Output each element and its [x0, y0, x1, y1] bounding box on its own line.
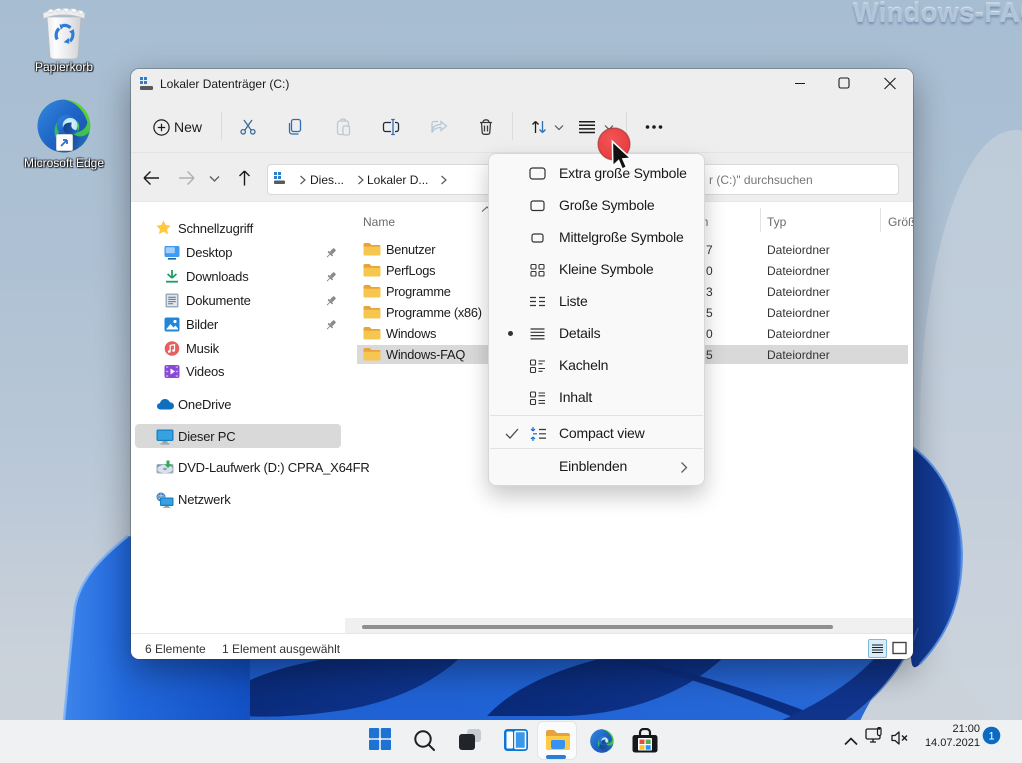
svg-text:1: 1	[988, 731, 994, 743]
